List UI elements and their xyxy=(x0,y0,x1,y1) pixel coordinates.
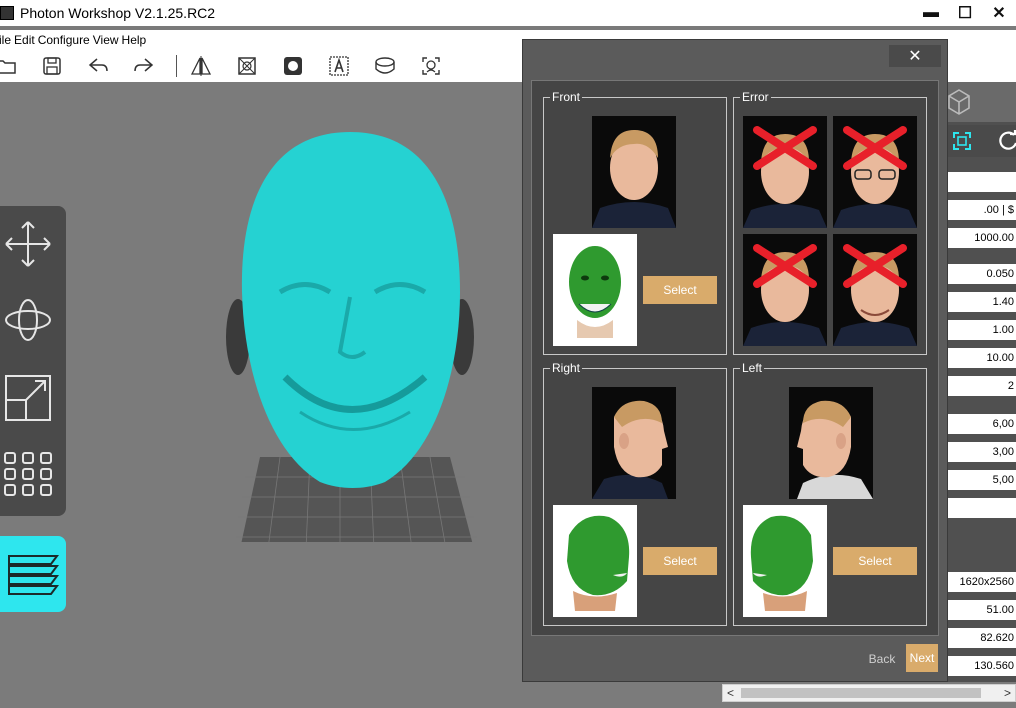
rotate-icon[interactable] xyxy=(2,294,54,346)
error-example-photo-2 xyxy=(833,116,917,228)
window-controls: ▬ ☐ ✕ xyxy=(914,0,1016,26)
left-select-button[interactable]: Select xyxy=(833,547,917,575)
setting-field-11[interactable]: 5,00 xyxy=(948,470,1016,490)
horizontal-scrollbar[interactable]: < > xyxy=(722,684,1016,702)
left-tool-panel xyxy=(0,206,66,516)
front-group: Front Select xyxy=(543,90,727,355)
error-example-photo-1 xyxy=(743,116,827,228)
title-bar: Photon Workshop V2.1.25.RC2 ▬ ☐ ✕ xyxy=(0,0,1016,26)
app-window: Photon Workshop V2.1.25.RC2 ▬ ☐ ✕ ile Ed… xyxy=(0,0,1016,708)
back-button[interactable]: Back xyxy=(865,650,899,668)
setting-field-14[interactable]: 51.00 xyxy=(948,600,1016,620)
arrange-icon[interactable] xyxy=(2,448,54,500)
cube-icon[interactable] xyxy=(946,88,972,116)
punch-icon[interactable] xyxy=(279,52,307,80)
undo-icon[interactable] xyxy=(84,52,112,80)
dialog-body: Front Select Error Right Select Left Sel… xyxy=(531,80,939,636)
right-panel-icons xyxy=(946,125,1016,157)
front-mask-image xyxy=(553,234,637,346)
menu-help[interactable]: Help xyxy=(119,33,150,47)
move-icon[interactable] xyxy=(2,218,54,270)
layers-icon[interactable] xyxy=(0,536,66,612)
supports-icon[interactable] xyxy=(417,52,445,80)
setting-field-12[interactable] xyxy=(948,498,1016,518)
setting-field-7[interactable]: 10.00 xyxy=(948,348,1016,368)
error-example-photo-4 xyxy=(833,234,917,346)
minimize-button[interactable]: ▬ xyxy=(914,0,948,26)
mirror-icon[interactable] xyxy=(187,52,215,80)
left-group-label: Left xyxy=(740,361,765,375)
right-panel-header xyxy=(946,82,1016,122)
redo-icon[interactable] xyxy=(130,52,158,80)
setting-field-resolution[interactable]: 1620x2560 xyxy=(948,572,1016,592)
right-reference-photo xyxy=(592,387,676,499)
app-logo-icon xyxy=(0,6,14,20)
model-preview xyxy=(226,132,477,542)
setting-field-15[interactable]: 82.620 xyxy=(948,628,1016,648)
scroll-right-icon[interactable]: > xyxy=(1004,685,1011,701)
right-group: Right Select xyxy=(543,361,727,626)
setting-field-9[interactable]: 6,00 xyxy=(948,414,1016,434)
dialog-header: ✕ xyxy=(523,40,947,74)
setting-field-6[interactable]: 1.00 xyxy=(948,320,1016,340)
dialog-close-button[interactable]: ✕ xyxy=(889,45,941,67)
left-group: Left Select xyxy=(733,361,927,626)
right-group-label: Right xyxy=(550,361,583,375)
right-select-button[interactable]: Select xyxy=(643,547,717,575)
menu-configure[interactable]: Configure xyxy=(35,33,93,47)
toolbar-separator xyxy=(176,55,177,77)
left-mask-image xyxy=(743,505,827,617)
error-group: Error xyxy=(733,90,927,355)
error-example-photo-3 xyxy=(743,234,827,346)
maximize-button[interactable]: ☐ xyxy=(948,0,982,26)
setting-field-3[interactable]: 1000.00 xyxy=(948,228,1016,248)
scrollbar-thumb[interactable] xyxy=(741,688,981,698)
setting-field-16[interactable]: 130.560 xyxy=(948,656,1016,676)
hollow-icon[interactable] xyxy=(233,52,261,80)
error-group-label: Error xyxy=(740,90,771,104)
setting-field-2[interactable]: .00 | $ xyxy=(948,200,1016,220)
setting-field-1[interactable] xyxy=(948,172,1016,192)
window-title: Photon Workshop V2.1.25.RC2 xyxy=(20,5,216,21)
save-icon[interactable] xyxy=(38,52,66,80)
next-button[interactable]: Next xyxy=(906,644,938,672)
menu-view[interactable]: View xyxy=(90,33,122,47)
open-folder-icon[interactable] xyxy=(0,52,20,80)
refresh-icon[interactable] xyxy=(998,130,1016,152)
setting-field-10[interactable]: 3,00 xyxy=(948,442,1016,462)
scroll-left-icon[interactable]: < xyxy=(727,685,734,701)
front-select-button[interactable]: Select xyxy=(643,276,717,304)
text-icon[interactable] xyxy=(325,52,353,80)
close-window-button[interactable]: ✕ xyxy=(982,0,1016,26)
right-mask-image xyxy=(553,505,637,617)
scale-icon[interactable] xyxy=(2,372,54,424)
face-photo-dialog: ✕ Front Select Error Right Select Left S… xyxy=(522,39,948,682)
front-group-label: Front xyxy=(550,90,583,104)
left-reference-photo xyxy=(789,387,873,499)
setting-field-8[interactable]: 2 xyxy=(948,376,1016,396)
front-reference-photo xyxy=(592,116,676,228)
setting-field-4[interactable]: 0.050 xyxy=(948,264,1016,284)
fit-icon[interactable] xyxy=(952,131,972,151)
setting-field-5[interactable]: 1.40 xyxy=(948,292,1016,312)
base-icon[interactable] xyxy=(371,52,399,80)
menu-edit[interactable]: Edit xyxy=(11,33,38,47)
